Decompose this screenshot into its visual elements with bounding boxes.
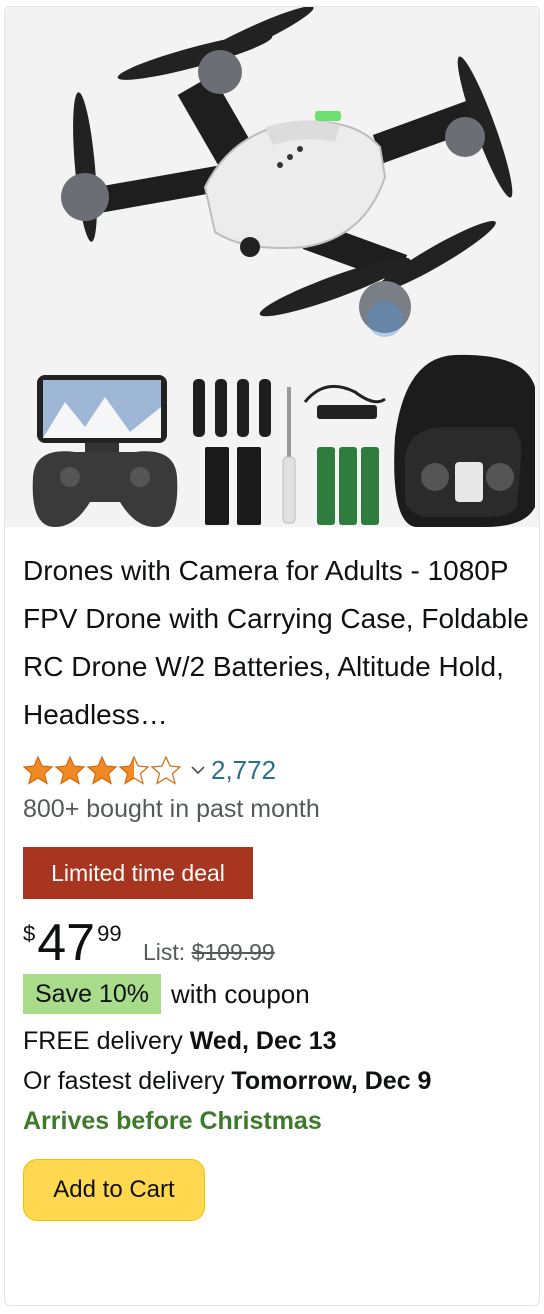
star-rating[interactable]	[23, 755, 183, 785]
product-image[interactable]	[5, 7, 539, 527]
price-fraction: 99	[97, 921, 122, 946]
accessories-image	[193, 379, 386, 525]
bought-in-past-month: 800+ bought in past month	[23, 795, 320, 823]
fastest-date: Tomorrow, Dec 9	[231, 1067, 432, 1095]
product-details: Drones with Camera for Adults - 1080P FP…	[23, 547, 529, 1221]
price-whole: 47	[37, 914, 96, 972]
list-price-label: List:	[143, 939, 186, 965]
product-title[interactable]: Drones with Camera for Adults - 1080P FP…	[23, 547, 529, 739]
fastest-delivery-info: Or fastest delivery Tomorrow, Dec 9	[23, 1067, 431, 1096]
coupon-badge[interactable]: Save 10%	[23, 974, 161, 1014]
star-icon	[23, 755, 182, 785]
chevron-down-icon[interactable]	[191, 765, 205, 775]
free-delivery-info: FREE delivery Wed, Dec 13	[23, 1027, 337, 1056]
rating-row: 2,772	[23, 752, 276, 788]
delivery-prefix: FREE delivery	[23, 1027, 190, 1055]
list-price: List: $109.99	[143, 939, 275, 966]
fastest-prefix: Or fastest delivery	[23, 1067, 232, 1095]
delivery-date: Wed, Dec 13	[189, 1027, 337, 1055]
limited-time-deal-badge: Limited time deal	[23, 847, 253, 899]
carrying-case-image	[394, 354, 535, 527]
coupon-text: with coupon	[170, 978, 310, 1009]
current-price[interactable]: $ 47 99	[23, 915, 122, 971]
product-card: Drones with Camera for Adults - 1080P FP…	[4, 6, 540, 1306]
arrives-before-christmas: Arrives before Christmas	[23, 1107, 322, 1135]
controller-image	[32, 375, 178, 527]
list-price-value: $109.99	[191, 939, 275, 965]
add-to-cart-button[interactable]: Add to Cart	[23, 1159, 205, 1221]
review-count-link[interactable]: 2,772	[211, 755, 276, 786]
price-symbol: $	[23, 921, 36, 946]
drone-image	[32, 7, 535, 527]
coupon-row: Save 10% with coupon	[23, 973, 310, 1015]
drone-main	[61, 7, 513, 337]
